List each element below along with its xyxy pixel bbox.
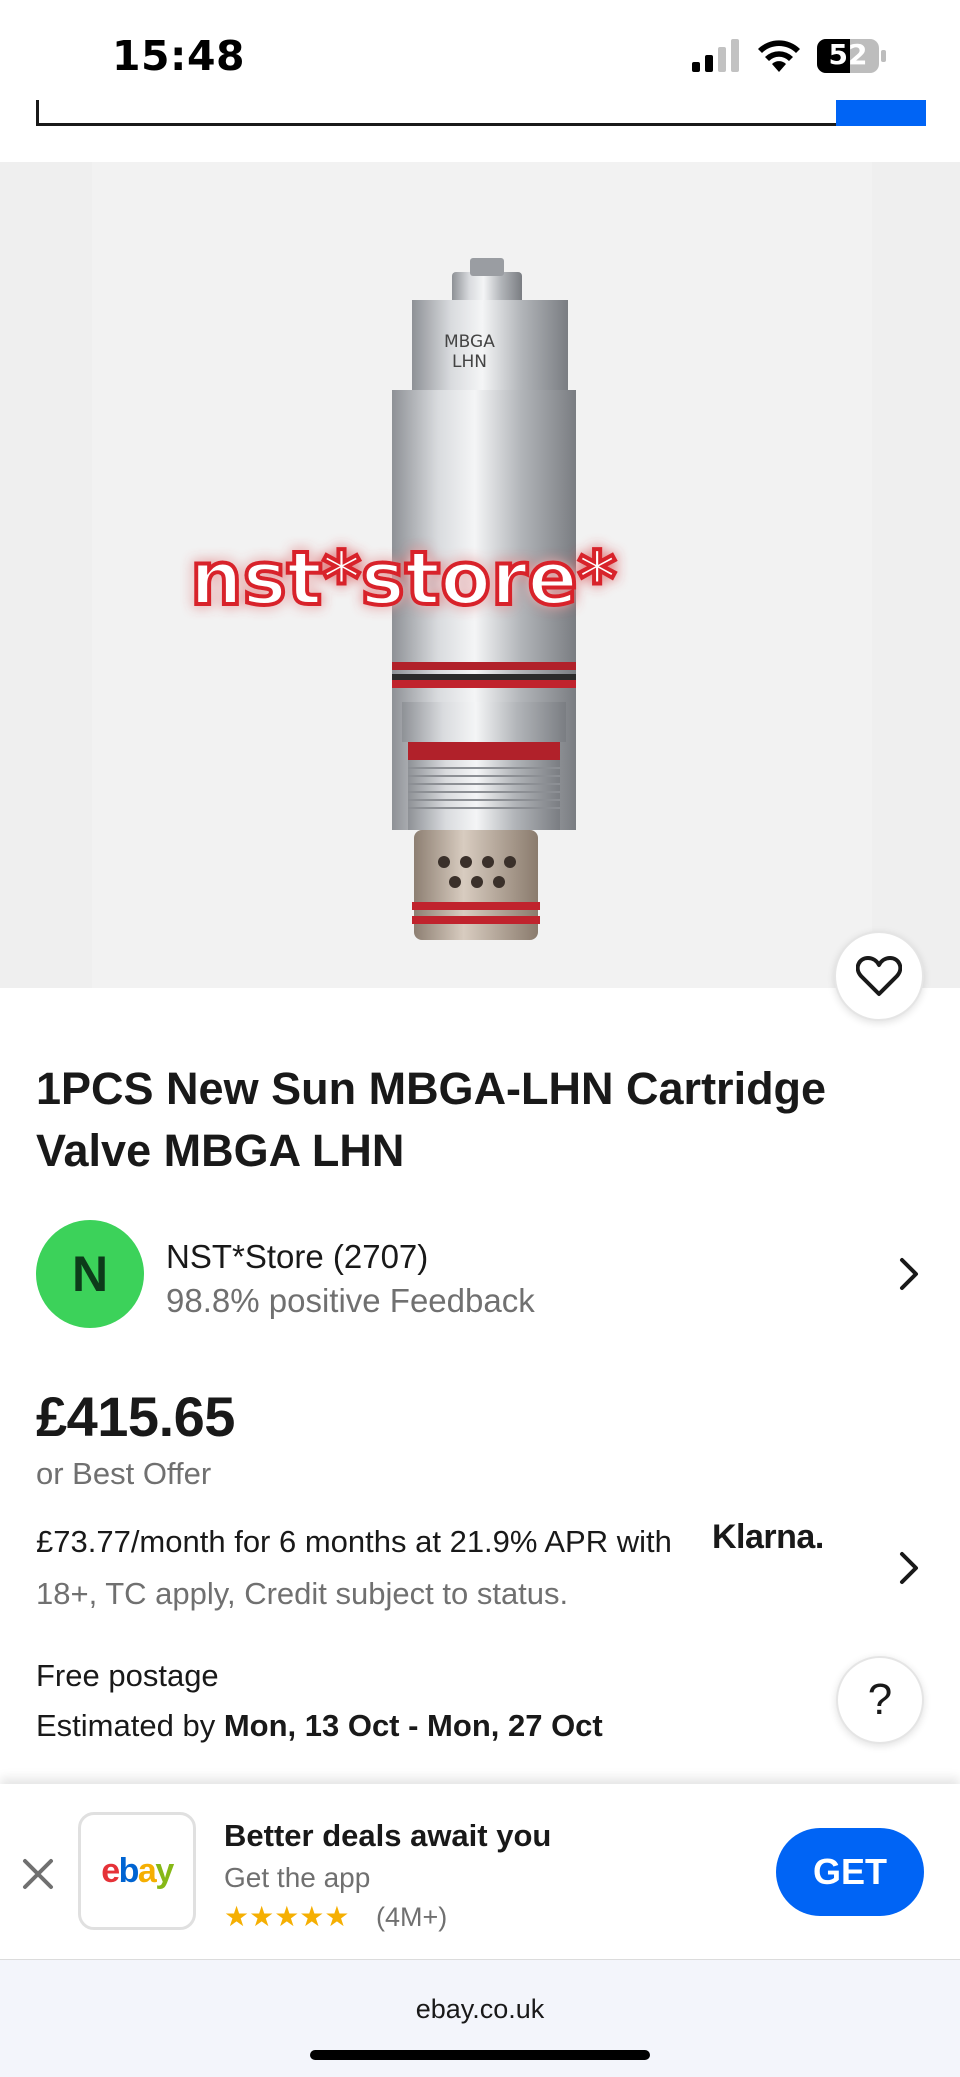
klarna-text: £73.77/month for 6 months at 21.9% APR w…: [36, 1524, 672, 1559]
part-label-2: LHN: [452, 352, 487, 372]
ebay-app-icon: ebay: [78, 1812, 196, 1930]
url-text[interactable]: ebay.co.uk: [0, 1994, 960, 2025]
seller-info[interactable]: N NST*Store (2707) 98.8% positive Feedba…: [36, 1220, 924, 1330]
close-icon[interactable]: [18, 1854, 58, 1894]
price: £415.65: [36, 1385, 235, 1448]
watch-button[interactable]: [834, 931, 924, 1021]
heart-icon: [856, 956, 902, 996]
star-rating-icon: ★★★★★: [224, 1901, 350, 1932]
postage-title: Free postage: [36, 1658, 219, 1693]
best-offer-label: or Best Offer: [36, 1456, 212, 1491]
wifi-icon: [758, 40, 800, 72]
chevron-right-icon: [900, 1552, 918, 1584]
search-input[interactable]: [36, 100, 838, 126]
seller-name: NST*Store (2707): [166, 1238, 429, 1275]
ebay-logo: ebay: [101, 1851, 174, 1890]
search-button[interactable]: [836, 100, 926, 126]
watermark-text: nst*store*: [190, 536, 616, 622]
status-time: 15:48: [112, 32, 246, 80]
banner-subtitle: Get the app: [224, 1862, 371, 1893]
klarna-financing[interactable]: £73.77/month for 6 months at 21.9% APR w…: [36, 1518, 924, 1618]
product-title: 1PCS New Sun MBGA-LHN Cartridge Valve MB…: [36, 1063, 827, 1176]
rating-count: (4M+): [376, 1902, 448, 1932]
klarna-terms: 18+, TC apply, Credit subject to status.: [36, 1576, 569, 1611]
status-bar: 15:48 52: [0, 0, 960, 110]
home-indicator[interactable]: [310, 2050, 650, 2060]
get-app-button[interactable]: GET: [776, 1828, 924, 1916]
delivery-estimate: Estimated by Mon, 13 Oct - Mon, 27 Oct: [36, 1708, 603, 1744]
estimate-dates: Mon, 13 Oct - Mon, 27 Oct: [223, 1708, 603, 1743]
seller-feedback: 98.8% positive Feedback: [166, 1282, 535, 1319]
browser-address-bar[interactable]: ebay.co.uk: [0, 1960, 960, 2077]
estimate-prefix: Estimated by: [36, 1708, 224, 1743]
klarna-logo: Klarna.: [712, 1518, 824, 1556]
battery-level: 52: [828, 38, 868, 71]
chevron-right-icon: [900, 1258, 918, 1290]
part-label-1: MBGA: [444, 332, 495, 352]
signal-icon: [692, 39, 739, 72]
cartridge-valve-photo: MBGA LHN nst*store*: [0, 162, 960, 988]
seller-avatar: N: [36, 1220, 144, 1328]
product-image[interactable]: MBGA LHN nst*store*: [0, 162, 960, 988]
banner-title: Better deals await you: [224, 1818, 552, 1853]
help-button[interactable]: ?: [836, 1656, 924, 1744]
app-install-banner: ebay Better deals await you Get the app …: [0, 1784, 960, 1960]
